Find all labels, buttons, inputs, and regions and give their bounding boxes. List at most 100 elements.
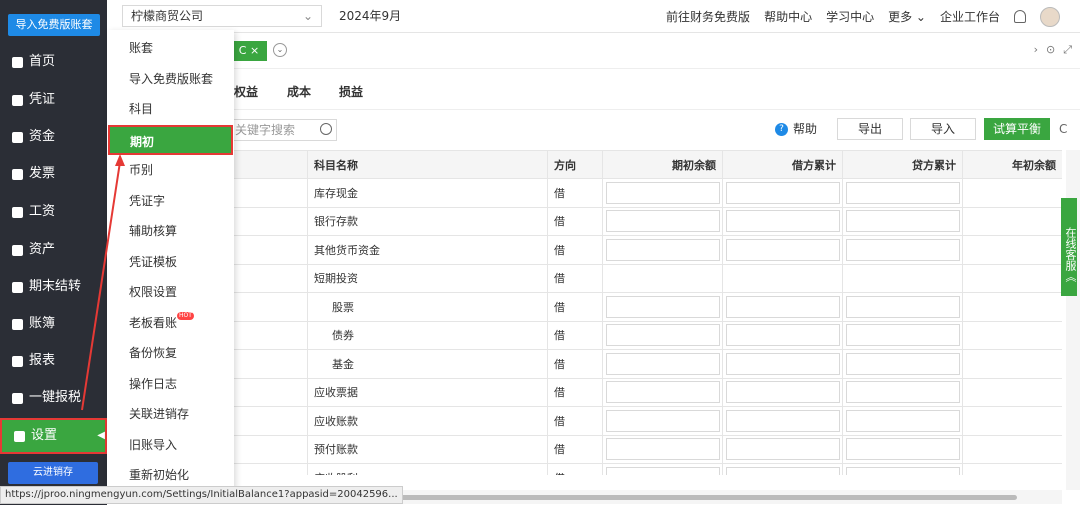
sidebar-item-5[interactable]: 资产 — [0, 232, 107, 268]
menu-item-2[interactable]: 科目 — [107, 94, 234, 124]
menu-item-8[interactable]: 权限设置 — [107, 277, 234, 307]
menu-item-0[interactable]: 账套 — [107, 33, 234, 63]
company-select[interactable]: 柠檬商贸公司 ⌄ — [122, 5, 322, 27]
year-opening-cell — [962, 178, 1062, 208]
top-links: 前往财务免费版 帮助中心 学习中心 更多 ⌄ 企业工作台 — [666, 0, 1060, 33]
enterprise-workbench-link[interactable]: 企业工作台 — [940, 8, 1000, 25]
menu-item-12[interactable]: 关联进销存 — [107, 399, 234, 429]
amount-input[interactable] — [726, 181, 840, 204]
scroll-thumb[interactable] — [347, 495, 1017, 500]
help-link[interactable]: ? 帮助 — [775, 119, 817, 139]
menu-item-7[interactable]: 凭证模板 — [107, 247, 234, 277]
nav-icon — [12, 131, 23, 143]
sidebar-item-1[interactable]: 凭证 — [0, 82, 107, 118]
amount-input[interactable] — [726, 324, 840, 347]
chevron-right-icon[interactable]: › — [1034, 43, 1038, 57]
amount-input[interactable] — [726, 466, 840, 475]
amount-input[interactable] — [606, 295, 720, 318]
help-center-link[interactable]: 帮助中心 — [764, 8, 812, 25]
amount-input[interactable] — [846, 181, 960, 204]
sidebar-item-10[interactable]: 设置 ◀ — [0, 418, 107, 454]
amount-input[interactable] — [726, 352, 840, 375]
bell-icon[interactable] — [1014, 10, 1026, 23]
amount-input[interactable] — [606, 181, 720, 204]
amount-input[interactable] — [606, 238, 720, 261]
menu-item-label: 科目 — [129, 102, 154, 116]
search-input[interactable]: 关键字搜索 — [222, 119, 337, 141]
free-version-link[interactable]: 前往财务免费版 — [666, 8, 750, 25]
menu-item-1[interactable]: 导入免费版账套 — [107, 64, 234, 94]
sidebar-item-0[interactable]: 首页 — [0, 44, 107, 80]
accounting-period[interactable]: 2024年9月 — [339, 0, 401, 33]
import-free-account-button[interactable]: 导入免费版账套 — [8, 14, 100, 36]
sidebar-item-6[interactable]: 期末结转 — [0, 269, 107, 305]
amount-cell — [602, 434, 723, 464]
toolbar: 关键字搜索 ? 帮助 导出 导入 试算平衡 C — [107, 114, 1080, 144]
amount-input[interactable] — [726, 381, 840, 404]
amount-input[interactable] — [726, 238, 840, 261]
amount-input[interactable] — [846, 295, 960, 318]
menu-item-13[interactable]: 旧账导入 — [107, 430, 234, 460]
menu-item-4[interactable]: 币别 — [107, 155, 234, 185]
amount-input[interactable] — [846, 238, 960, 261]
amount-input[interactable] — [726, 438, 840, 461]
cloud-inventory-badge[interactable]: 云进销存 — [8, 462, 98, 484]
amount-input[interactable] — [846, 210, 960, 233]
amount-input[interactable] — [846, 381, 960, 404]
tab-cost[interactable]: 成本 — [287, 74, 311, 110]
nav-icon — [12, 206, 23, 218]
sidebar-item-4[interactable]: 工资 — [0, 194, 107, 230]
amount-input[interactable] — [846, 324, 960, 347]
amount-input[interactable] — [606, 438, 720, 461]
direction-cell: 借 — [547, 178, 603, 208]
menu-item-9[interactable]: 老板看账 HOT — [107, 308, 234, 338]
menu-item-11[interactable]: 操作日志 — [107, 369, 234, 399]
amount-input[interactable] — [606, 409, 720, 432]
online-service-button[interactable]: 在线客服《 — [1061, 198, 1077, 296]
more-menu[interactable]: 更多 ⌄ — [888, 8, 926, 25]
tab-opening-balance[interactable]: C × — [231, 41, 267, 61]
menu-item-5[interactable]: 凭证字 — [107, 186, 234, 216]
amount-input[interactable] — [606, 210, 720, 233]
direction-cell: 借 — [547, 206, 603, 236]
sidebar-item-3[interactable]: 发票 — [0, 156, 107, 192]
collapse-icon[interactable]: ⊙ — [1046, 43, 1055, 57]
sidebar-item-8[interactable]: 报表 — [0, 343, 107, 379]
header-account-name: 科目名称 — [307, 150, 548, 179]
amount-input[interactable] — [606, 324, 720, 347]
table-header-row: 科目名称 方向 期初余额 借方累计 贷方累计 年初余额 — [107, 150, 1062, 179]
chevron-circle-icon[interactable]: ⌄ — [273, 43, 287, 57]
nav-icon — [12, 244, 23, 256]
menu-item-3[interactable]: 期初 — [108, 124, 233, 155]
amount-input[interactable] — [846, 409, 960, 432]
sidebar-item-9[interactable]: 一键报税 — [0, 380, 107, 416]
menu-item-label: 凭证字 — [129, 193, 166, 208]
amount-input[interactable] — [726, 295, 840, 318]
nav-icon — [12, 281, 23, 293]
search-icon[interactable] — [320, 123, 332, 135]
amount-input[interactable] — [726, 210, 840, 233]
import-button[interactable]: 导入 — [910, 118, 976, 140]
amount-input[interactable] — [846, 466, 960, 475]
export-button[interactable]: 导出 — [837, 118, 903, 140]
sidebar-item-2[interactable]: 资金 — [0, 119, 107, 155]
amount-input[interactable] — [726, 409, 840, 432]
tab-profit-loss[interactable]: 损益 — [339, 74, 363, 110]
menu-item-10[interactable]: 备份恢复 — [107, 338, 234, 368]
menu-item-6[interactable]: 辅助核算 — [107, 216, 234, 246]
amount-cell — [722, 463, 843, 475]
sidebar-item-7[interactable]: 账簿 — [0, 306, 107, 342]
fullscreen-icon[interactable]: ⤢ — [1063, 43, 1072, 57]
amount-input[interactable] — [606, 466, 720, 475]
tab-equity[interactable]: 权益 — [234, 74, 258, 110]
amount-input[interactable] — [846, 352, 960, 375]
refresh-icon[interactable]: C — [1059, 122, 1067, 136]
learning-center-link[interactable]: 学习中心 — [826, 8, 874, 25]
avatar[interactable] — [1040, 6, 1060, 27]
amount-cell — [722, 349, 843, 379]
amount-input[interactable] — [846, 438, 960, 461]
amount-input[interactable] — [606, 352, 720, 375]
trial-balance-button[interactable]: 试算平衡 — [984, 118, 1050, 140]
amount-input[interactable] — [606, 381, 720, 404]
amount-cell — [602, 178, 723, 208]
